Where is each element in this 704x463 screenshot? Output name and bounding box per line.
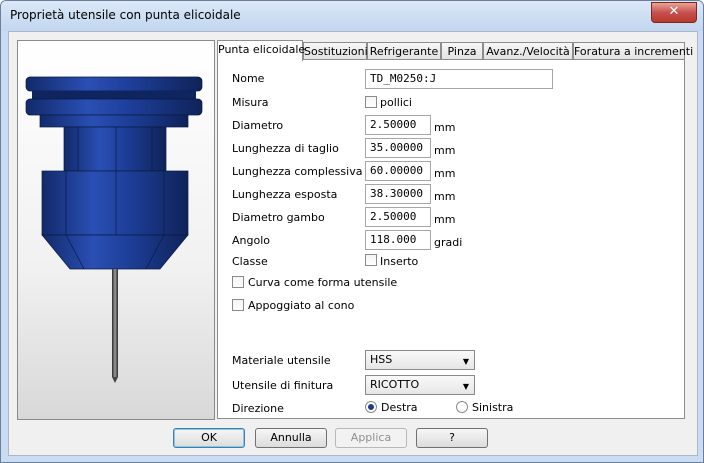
tab-refrigerante[interactable]: Refrigerante [367, 42, 441, 59]
nome-input[interactable]: TD_M0250:J [365, 69, 553, 89]
nome-label: Nome [232, 72, 265, 85]
finitura-select[interactable]: RICOTTO ▼ [365, 375, 475, 395]
appoggiato-cono-checkbox[interactable] [232, 299, 244, 311]
lunghezza-taglio-label: Lunghezza di taglio [232, 142, 339, 155]
drill-tool-illustration [25, 76, 203, 383]
help-button[interactable]: ? [416, 428, 488, 448]
close-icon: ✕ [668, 4, 680, 19]
tab-panel-punta-elicoidale: Nome TD_M0250:J Misura pollici Diametro … [217, 59, 685, 419]
diametro-gambo-label: Diametro gambo [232, 211, 325, 224]
tab-pinza[interactable]: Pinza [441, 42, 483, 59]
angolo-label: Angolo [232, 234, 270, 247]
curva-forma-checkbox[interactable] [232, 276, 244, 288]
curva-forma-label: Curva come forma utensile [248, 276, 398, 289]
annulla-button[interactable]: Annulla [255, 428, 327, 448]
materiale-select[interactable]: HSS ▼ [365, 350, 475, 370]
lunghezza-complessiva-input[interactable]: 60.00000 [365, 161, 431, 181]
diametro-label: Diametro [232, 119, 284, 132]
pollici-checkbox[interactable] [365, 96, 377, 108]
title-bar[interactable]: Proprietà utensile con punta elicoidale … [1, 1, 703, 31]
direzione-destra-radio[interactable] [365, 401, 377, 413]
lunghezza-complessiva-label: Lunghezza complessiva [232, 165, 363, 178]
angolo-input[interactable]: 118.000 [365, 230, 431, 250]
lunghezza-esposta-label: Lunghezza esposta [232, 188, 338, 201]
dialog-window: Proprietà utensile con punta elicoidale … [0, 0, 704, 463]
tab-avanz-velocita[interactable]: Avanz./Velocità [483, 42, 573, 59]
applica-button[interactable]: Applica [335, 428, 407, 448]
direzione-label: Direzione [232, 402, 284, 415]
tool-preview [17, 40, 215, 420]
inserto-checkbox[interactable] [365, 254, 377, 266]
ok-button[interactable]: OK [173, 428, 245, 448]
direzione-sinistra-label: Sinistra [472, 401, 514, 414]
chevron-down-icon: ▼ [462, 357, 469, 366]
classe-label: Classe [232, 255, 268, 268]
finitura-selected-value: RICOTTO [370, 378, 420, 391]
materiale-selected-value: HSS [370, 353, 393, 366]
direzione-destra-label: Destra [381, 401, 418, 414]
materiale-label: Materiale utensile [232, 354, 331, 367]
diametro-unit: mm [434, 121, 456, 134]
diametro-input[interactable]: 2.50000 [365, 115, 431, 135]
lunghezza-esposta-unit: mm [434, 190, 456, 203]
tab-sostituzioni[interactable]: Sostituzioni [303, 42, 368, 59]
window-title: Proprietà utensile con punta elicoidale [10, 8, 241, 22]
lunghezza-taglio-input[interactable]: 35.00000 [365, 138, 431, 158]
misura-label: Misura [232, 96, 269, 109]
angolo-unit: gradi [434, 236, 463, 249]
close-button[interactable]: ✕ [651, 2, 697, 23]
dialog-client-area: Punta elicoidale Sostituzioni Refrigeran… [8, 31, 698, 456]
chevron-down-icon: ▼ [462, 382, 469, 391]
inserto-label: Inserto [380, 255, 419, 268]
lunghezza-complessiva-unit: mm [434, 167, 456, 180]
diametro-gambo-input[interactable]: 2.50000 [365, 207, 431, 227]
appoggiato-cono-label: Appoggiato al cono [248, 299, 355, 312]
finitura-label: Utensile di finitura [232, 379, 334, 392]
diametro-gambo-unit: mm [434, 213, 456, 226]
tab-punta-elicoidale[interactable]: Punta elicoidale [217, 40, 305, 61]
lunghezza-esposta-input[interactable]: 38.30000 [365, 184, 431, 204]
pollici-label: pollici [380, 96, 412, 109]
lunghezza-taglio-unit: mm [434, 144, 456, 157]
tab-foratura-incrementi[interactable]: Foratura a incrementi [573, 42, 693, 59]
direzione-sinistra-radio[interactable] [456, 401, 468, 413]
